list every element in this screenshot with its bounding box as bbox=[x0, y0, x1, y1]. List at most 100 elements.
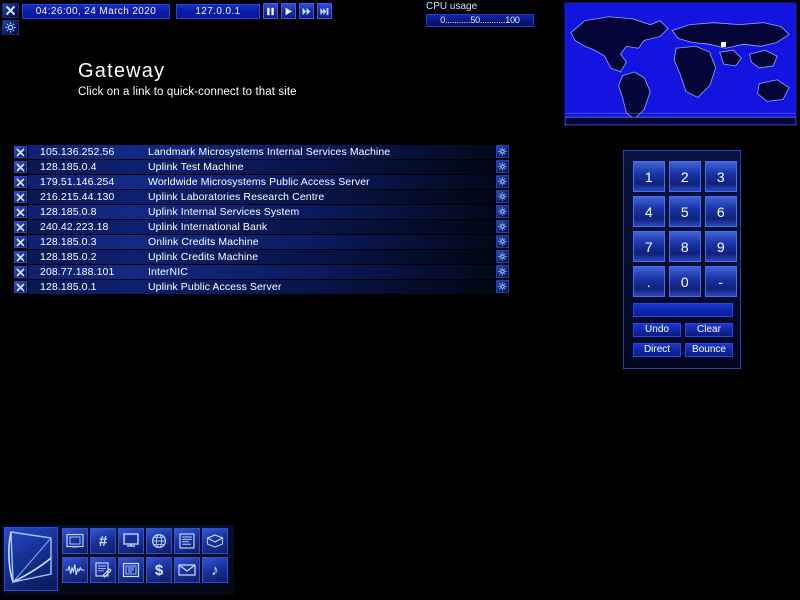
gateway-link-row[interactable]: 240.42.223.18 Uplink International Bank bbox=[14, 220, 514, 235]
link-settings-gear-icon[interactable] bbox=[496, 205, 509, 218]
link-ip[interactable]: 216.215.44.130 bbox=[40, 191, 160, 203]
gateway-link-row[interactable]: 128.185.0.1 Uplink Public Access Server bbox=[14, 280, 514, 295]
world-icon[interactable] bbox=[146, 528, 172, 554]
link-ip[interactable]: 128.185.0.4 bbox=[40, 161, 160, 173]
keypad-key-1[interactable]: 1 bbox=[633, 161, 665, 192]
finance-icon[interactable]: $ bbox=[146, 557, 172, 583]
link-settings-gear-icon[interactable] bbox=[496, 175, 509, 188]
link-ip[interactable]: 128.185.0.1 bbox=[40, 281, 160, 293]
remove-link-icon[interactable] bbox=[14, 251, 27, 263]
remove-link-icon[interactable] bbox=[14, 236, 27, 248]
gateway-link-row[interactable]: 216.215.44.130 Uplink Laboratories Resear… bbox=[14, 190, 514, 205]
link-settings-gear-icon[interactable] bbox=[496, 235, 509, 248]
gateway-link-row[interactable]: 128.185.0.4 Uplink Test Machine bbox=[14, 160, 514, 175]
uplink-logo-icon[interactable] bbox=[4, 527, 58, 591]
cpu-usage-scale: 0...........50...........100 bbox=[426, 14, 534, 27]
memory-icon[interactable] bbox=[118, 557, 144, 583]
link-ip[interactable]: 128.185.0.8 bbox=[40, 206, 160, 218]
remove-link-icon[interactable] bbox=[14, 191, 27, 203]
music-icon[interactable]: ♪ bbox=[202, 557, 228, 583]
link-name[interactable]: Uplink Laboratories Research Centre bbox=[148, 191, 498, 203]
link-name[interactable]: Worldwide Microsystems Public Access Ser… bbox=[148, 176, 498, 188]
keypad-key-0[interactable]: 0 bbox=[669, 266, 701, 297]
link-ip[interactable]: 105.136.252.56 bbox=[40, 146, 160, 158]
remove-link-icon[interactable] bbox=[14, 281, 27, 293]
link-ip[interactable]: 240.42.223.18 bbox=[40, 221, 160, 233]
link-ip[interactable]: 128.185.0.2 bbox=[40, 251, 160, 263]
clear-button[interactable]: Clear bbox=[685, 323, 733, 337]
waveform-icon[interactable] bbox=[62, 557, 88, 583]
bottom-toolbar: # $ ♪ bbox=[2, 525, 234, 595]
remove-link-icon[interactable] bbox=[14, 146, 27, 158]
keypad-key-2[interactable]: 2 bbox=[669, 161, 701, 192]
keypad-display[interactable] bbox=[633, 303, 733, 317]
link-name[interactable]: Onlink Credits Machine bbox=[148, 236, 498, 248]
skip-forward-button[interactable] bbox=[317, 3, 332, 19]
keypad-key-4[interactable]: 4 bbox=[633, 196, 665, 227]
keypad-key-8[interactable]: 8 bbox=[669, 231, 701, 262]
keypad-key-3[interactable]: 3 bbox=[705, 161, 737, 192]
link-name[interactable]: Uplink International Bank bbox=[148, 221, 498, 233]
link-settings-gear-icon[interactable] bbox=[496, 280, 509, 293]
page-title: Gateway bbox=[78, 60, 166, 82]
mission-list-icon[interactable] bbox=[174, 528, 200, 554]
hash-icon-glyph: # bbox=[98, 532, 108, 550]
cpu-usage-label: CPU usage bbox=[426, 1, 478, 12]
connection-keypad-panel: 123 456 789.0- Undo Clear Direct Bounce bbox=[623, 150, 741, 369]
current-ip-display: 127.0.0.1 bbox=[176, 4, 260, 19]
hardware-icon[interactable] bbox=[62, 528, 88, 554]
world-map[interactable] bbox=[564, 2, 797, 126]
map-location-marker bbox=[721, 42, 726, 47]
link-name[interactable]: Landmark Microsystems Internal Services … bbox=[148, 146, 498, 158]
news-icon[interactable] bbox=[202, 528, 228, 554]
link-settings-gear-icon[interactable] bbox=[496, 220, 509, 233]
keypad-key-9[interactable]: 9 bbox=[705, 231, 737, 262]
page-subtitle: Click on a link to quick-connect to that… bbox=[78, 86, 297, 98]
hash-icon[interactable]: # bbox=[90, 528, 116, 554]
keypad-key-5[interactable]: 5 bbox=[669, 196, 701, 227]
undo-button[interactable]: Undo bbox=[633, 323, 681, 337]
gear-icon[interactable] bbox=[2, 20, 19, 35]
link-ip[interactable]: 128.185.0.3 bbox=[40, 236, 160, 248]
link-ip[interactable]: 208.77.188.101 bbox=[40, 266, 160, 278]
music-icon-glyph: ♪ bbox=[211, 561, 219, 579]
gateway-link-list: 105.136.252.56 Landmark Microsystems Inte… bbox=[14, 145, 514, 295]
gateway-link-row[interactable]: 128.185.0.3 Onlink Credits Machine bbox=[14, 235, 514, 250]
link-name[interactable]: Uplink Credits Machine bbox=[148, 251, 498, 263]
link-ip[interactable]: 179.51.146.254 bbox=[40, 176, 160, 188]
cpu-usage-meter: CPU usage 0...........50...........100 bbox=[426, 1, 536, 27]
remove-link-icon[interactable] bbox=[14, 221, 27, 233]
link-name[interactable]: InterNIC bbox=[148, 266, 498, 278]
keypad-key-7[interactable]: 7 bbox=[633, 231, 665, 262]
gateway-link-row[interactable]: 128.185.0.8 Uplink Internal Services Syst… bbox=[14, 205, 514, 220]
computer-icon[interactable] bbox=[118, 528, 144, 554]
remove-link-icon[interactable] bbox=[14, 266, 27, 278]
link-settings-gear-icon[interactable] bbox=[496, 190, 509, 203]
link-settings-gear-icon[interactable] bbox=[496, 145, 509, 158]
link-name[interactable]: Uplink Internal Services System bbox=[148, 206, 498, 218]
gateway-link-row[interactable]: 105.136.252.56 Landmark Microsystems Inte… bbox=[14, 145, 514, 160]
direct-button[interactable]: Direct bbox=[633, 343, 681, 357]
link-name[interactable]: Uplink Public Access Server bbox=[148, 281, 498, 293]
remove-link-icon[interactable] bbox=[14, 206, 27, 218]
pause-button[interactable] bbox=[263, 3, 278, 19]
fast-forward-button[interactable] bbox=[299, 3, 314, 19]
keypad-key-dot[interactable]: . bbox=[633, 266, 665, 297]
remove-link-icon[interactable] bbox=[14, 176, 27, 188]
remove-link-icon[interactable] bbox=[14, 161, 27, 173]
link-settings-gear-icon[interactable] bbox=[496, 250, 509, 263]
gateway-link-row[interactable]: 128.185.0.2 Uplink Credits Machine bbox=[14, 250, 514, 265]
bounce-button[interactable]: Bounce bbox=[685, 343, 733, 357]
close-icon[interactable] bbox=[2, 3, 19, 18]
gateway-link-row[interactable]: 179.51.146.254 Worldwide Microsystems Pub… bbox=[14, 175, 514, 190]
notepad-icon[interactable] bbox=[90, 557, 116, 583]
keypad-key-6[interactable]: 6 bbox=[705, 196, 737, 227]
link-name[interactable]: Uplink Test Machine bbox=[148, 161, 498, 173]
keypad-key-dash[interactable]: - bbox=[705, 266, 737, 297]
email-icon[interactable] bbox=[174, 557, 200, 583]
link-settings-gear-icon[interactable] bbox=[496, 160, 509, 173]
uplink-gateway-screen: 04:26:00, 24 March 2020 127.0.0.1 CPU us… bbox=[0, 0, 800, 600]
play-button[interactable] bbox=[281, 3, 296, 19]
link-settings-gear-icon[interactable] bbox=[496, 265, 509, 278]
gateway-link-row[interactable]: 208.77.188.101 InterNIC bbox=[14, 265, 514, 280]
